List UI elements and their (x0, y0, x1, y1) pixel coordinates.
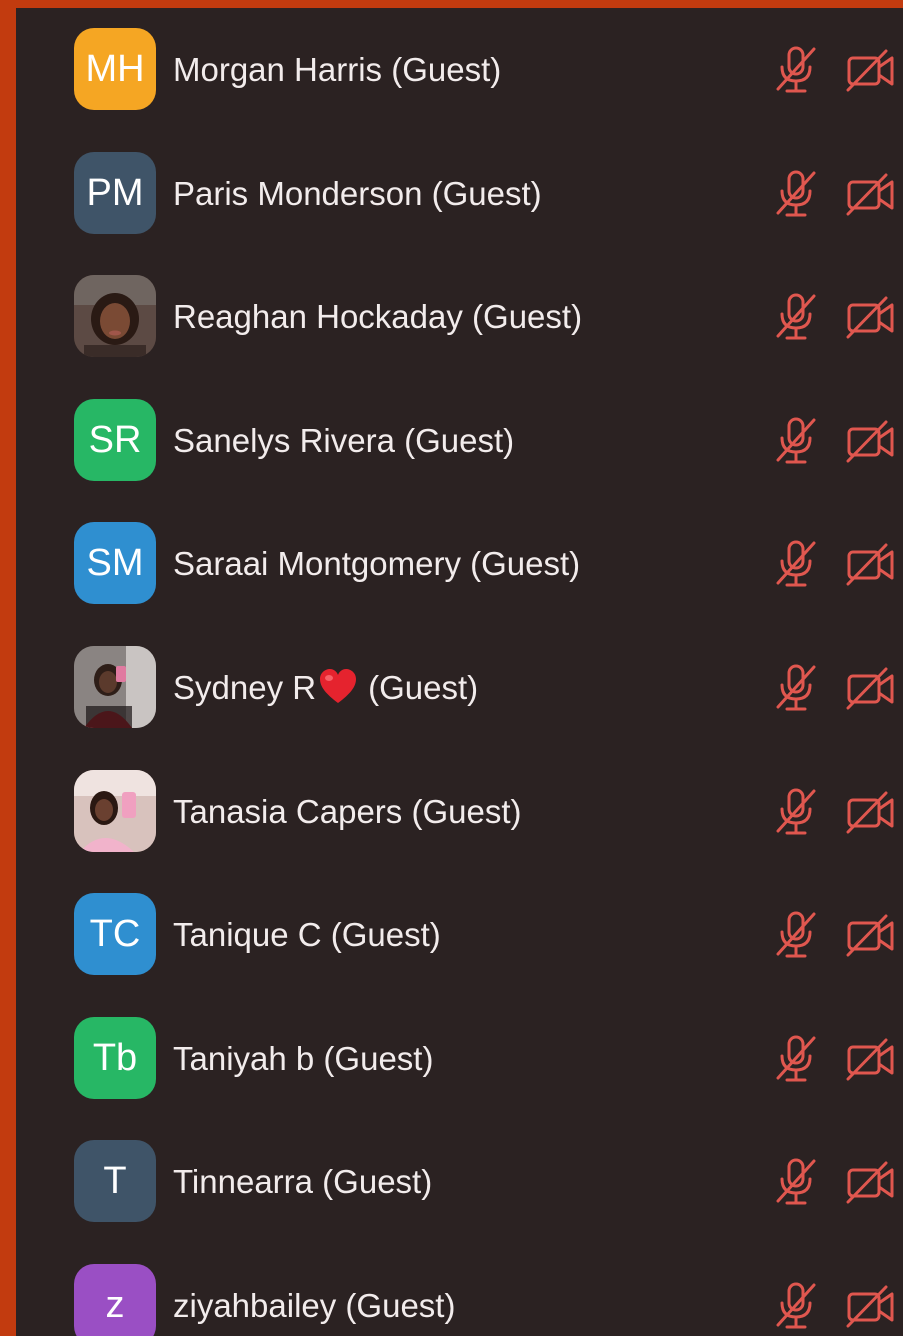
participant-name-text: Sydney R (173, 669, 317, 706)
participant-name: Tinnearra (Guest) (173, 1163, 433, 1201)
participant-guest-label: (Guest) (368, 669, 479, 706)
video-off-icon[interactable] (846, 1160, 896, 1204)
video-off-icon[interactable] (846, 419, 896, 463)
video-off-icon[interactable] (846, 542, 896, 586)
participant-name: Reaghan Hockaday (Guest) (173, 298, 583, 336)
avatar: MH (74, 28, 156, 110)
participant-name: Sydney R (Guest) (173, 626, 478, 750)
video-off-icon[interactable] (846, 1284, 896, 1328)
participant-row[interactable]: z ziyahbailey (Guest) (16, 1244, 903, 1336)
video-off-icon[interactable] (846, 172, 896, 216)
video-off-icon[interactable] (846, 913, 896, 957)
participant-row[interactable]: MH Morgan Harris (Guest) (16, 8, 903, 132)
avatar: Tb (74, 1016, 156, 1099)
participant-row[interactable]: Tb Taniyah b (Guest) (16, 997, 903, 1121)
mic-muted-icon[interactable] (774, 292, 820, 342)
avatar: PM (74, 151, 156, 234)
participant-row[interactable]: SR Sanelys Rivera (Guest) (16, 379, 903, 503)
avatar: T (74, 1140, 156, 1223)
avatar: z (74, 1264, 156, 1336)
avatar: SM (74, 522, 156, 605)
profile-photo-icon (74, 646, 156, 728)
participant-row[interactable]: PM Paris Monderson (Guest) (16, 132, 903, 256)
participant-name: Taniyah b (Guest) (173, 1039, 434, 1077)
video-off-icon[interactable] (846, 1037, 896, 1081)
participant-name: Paris Monderson (Guest) (173, 174, 542, 212)
video-off-icon[interactable] (846, 790, 896, 834)
mic-muted-icon[interactable] (774, 1281, 820, 1331)
video-off-icon[interactable] (846, 48, 896, 92)
video-off-icon[interactable] (846, 295, 896, 339)
profile-photo-icon (74, 275, 156, 358)
participant-name: Tanasia Capers (Guest) (173, 792, 522, 830)
avatar-photo (74, 769, 156, 852)
participant-name: Sanelys Rivera (Guest) (173, 421, 515, 459)
mic-muted-icon[interactable] (774, 1157, 820, 1207)
participant-row[interactable]: Sydney R (Guest) (16, 626, 903, 750)
red-heart-icon (320, 669, 357, 704)
profile-photo-icon (74, 769, 156, 852)
participant-row[interactable]: T Tinnearra (Guest) (16, 1120, 903, 1244)
mic-muted-icon[interactable] (774, 910, 820, 960)
mic-muted-icon[interactable] (774, 787, 820, 837)
participant-row[interactable]: Reaghan Hockaday (Guest) (16, 255, 903, 379)
avatar-photo (74, 275, 156, 358)
mic-muted-icon[interactable] (774, 169, 820, 219)
avatar-photo (74, 646, 156, 728)
mic-muted-icon[interactable] (774, 416, 820, 466)
participant-row[interactable]: Tanasia Capers (Guest) (16, 750, 903, 874)
participant-list-panel: MH Morgan Harris (Guest) PM Paris Monder… (16, 8, 903, 1336)
mic-muted-icon[interactable] (774, 539, 820, 589)
participant-name: Saraai Montgomery (Guest) (173, 545, 581, 583)
video-off-icon[interactable] (846, 666, 896, 710)
participant-name: Morgan Harris (Guest) (173, 51, 502, 88)
participant-name: Tanique C (Guest) (173, 916, 441, 954)
avatar: SR (74, 398, 156, 481)
mic-muted-icon[interactable] (774, 1034, 820, 1084)
participant-row[interactable]: TC Tanique C (Guest) (16, 873, 903, 997)
avatar: TC (74, 893, 156, 976)
mic-muted-icon[interactable] (774, 45, 820, 95)
participant-name: ziyahbailey (Guest) (173, 1287, 456, 1324)
participant-row[interactable]: SM Saraai Montgomery (Guest) (16, 502, 903, 626)
mic-muted-icon[interactable] (774, 663, 820, 713)
